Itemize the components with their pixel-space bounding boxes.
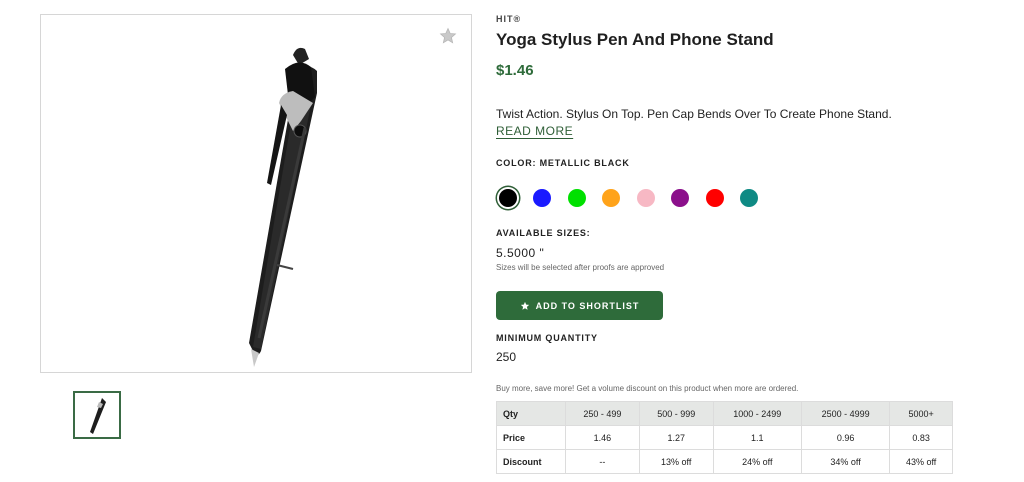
add-to-shortlist-button[interactable]: ADD TO SHORTLIST (496, 291, 663, 320)
header-cell: Qty (496, 401, 566, 426)
read-more-link[interactable]: READ MORE (496, 124, 573, 138)
brand-label: HIT® (496, 14, 522, 24)
table-cell: 0.83 (889, 425, 953, 450)
pricing-table: Qty 250 - 499 500 - 999 1000 - 2499 2500… (496, 401, 953, 474)
table-cell: 0.96 (800, 425, 891, 450)
table-row: Discount -- 13% off 24% off 34% off 43% … (496, 449, 953, 474)
header-cell: 250 - 499 (565, 401, 640, 426)
product-description: Twist Action. Stylus On Top. Pen Cap Ben… (496, 107, 892, 121)
table-row: Price 1.46 1.27 1.1 0.96 0.83 (496, 425, 953, 450)
header-cell: 1000 - 2499 (712, 401, 802, 426)
size-value: 5.5000 " (496, 246, 545, 260)
product-thumbnail[interactable] (73, 391, 121, 439)
table-cell: 1.46 (565, 425, 640, 450)
minimum-quantity-label: MINIMUM QUANTITY (496, 333, 598, 343)
product-price: $1.46 (496, 62, 534, 79)
thumbnail-pen-image (90, 398, 106, 434)
add-to-shortlist-label: ADD TO SHORTLIST (535, 300, 640, 311)
header-cell: 500 - 999 (638, 401, 714, 426)
swatch-blue[interactable] (533, 189, 551, 207)
table-cell: 43% off (889, 449, 953, 474)
swatch-green[interactable] (568, 189, 586, 207)
favorite-star-icon[interactable] (439, 27, 457, 45)
header-cell: 5000+ (889, 401, 953, 426)
table-cell: 1.1 (712, 425, 802, 450)
product-title: Yoga Stylus Pen And Phone Stand (496, 30, 774, 49)
header-cell: 2500 - 4999 (800, 401, 891, 426)
swatch-pink[interactable] (637, 189, 655, 207)
sizes-label: AVAILABLE SIZES: (496, 228, 591, 238)
product-image-frame (40, 14, 472, 373)
table-cell: Price (496, 425, 566, 450)
size-note: Sizes will be selected after proofs are … (496, 263, 665, 272)
table-cell: 13% off (638, 449, 714, 474)
swatch-purple[interactable] (671, 189, 689, 207)
swatch-orange[interactable] (602, 189, 620, 207)
table-cell: 24% off (712, 449, 802, 474)
star-icon (520, 301, 529, 310)
table-cell: 34% off (800, 449, 891, 474)
table-header-row: Qty 250 - 499 500 - 999 1000 - 2499 2500… (496, 401, 953, 426)
color-label: COLOR: METALLIC BLACK (496, 158, 630, 168)
table-cell: -- (565, 449, 640, 474)
swatch-teal[interactable] (740, 189, 758, 207)
table-cell: 1.27 (638, 425, 714, 450)
swatch-red[interactable] (706, 189, 724, 207)
volume-discount-note: Buy more, save more! Get a volume discou… (496, 384, 799, 393)
product-pen-image (249, 47, 317, 367)
minimum-quantity-value: 250 (496, 350, 517, 364)
swatch-black[interactable] (499, 189, 517, 207)
table-cell: Discount (496, 449, 566, 474)
